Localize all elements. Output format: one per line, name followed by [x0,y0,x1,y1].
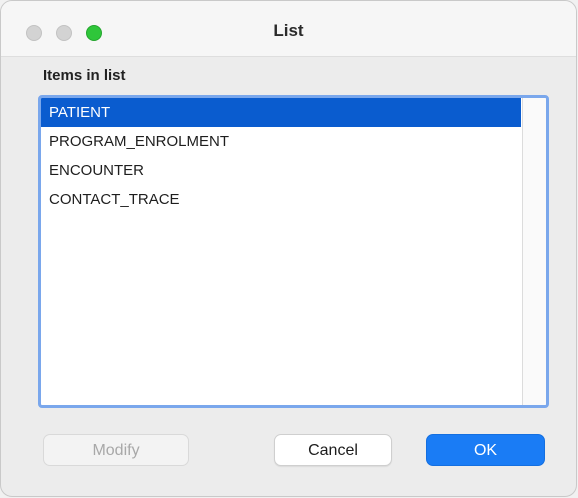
ok-button[interactable]: OK [426,434,545,466]
list-item[interactable]: PATIENT [41,98,521,127]
list-label: Items in list [43,67,126,84]
title-bar[interactable]: List [1,1,576,57]
vertical-scrollbar[interactable] [522,98,546,405]
list-item[interactable]: ENCOUNTER [41,156,521,185]
items-listbox[interactable]: PATIENT PROGRAM_ENROLMENT ENCOUNTER CONT… [38,95,549,408]
cancel-button[interactable]: Cancel [274,434,392,466]
window-title: List [273,21,304,40]
list-items: PATIENT PROGRAM_ENROLMENT ENCOUNTER CONT… [41,98,521,214]
list-dialog: List Items in list PATIENT PROGRAM_ENROL… [0,0,577,497]
list-item[interactable]: CONTACT_TRACE [41,185,521,214]
modify-button[interactable]: Modify [43,434,189,466]
list-item[interactable]: PROGRAM_ENROLMENT [41,127,521,156]
